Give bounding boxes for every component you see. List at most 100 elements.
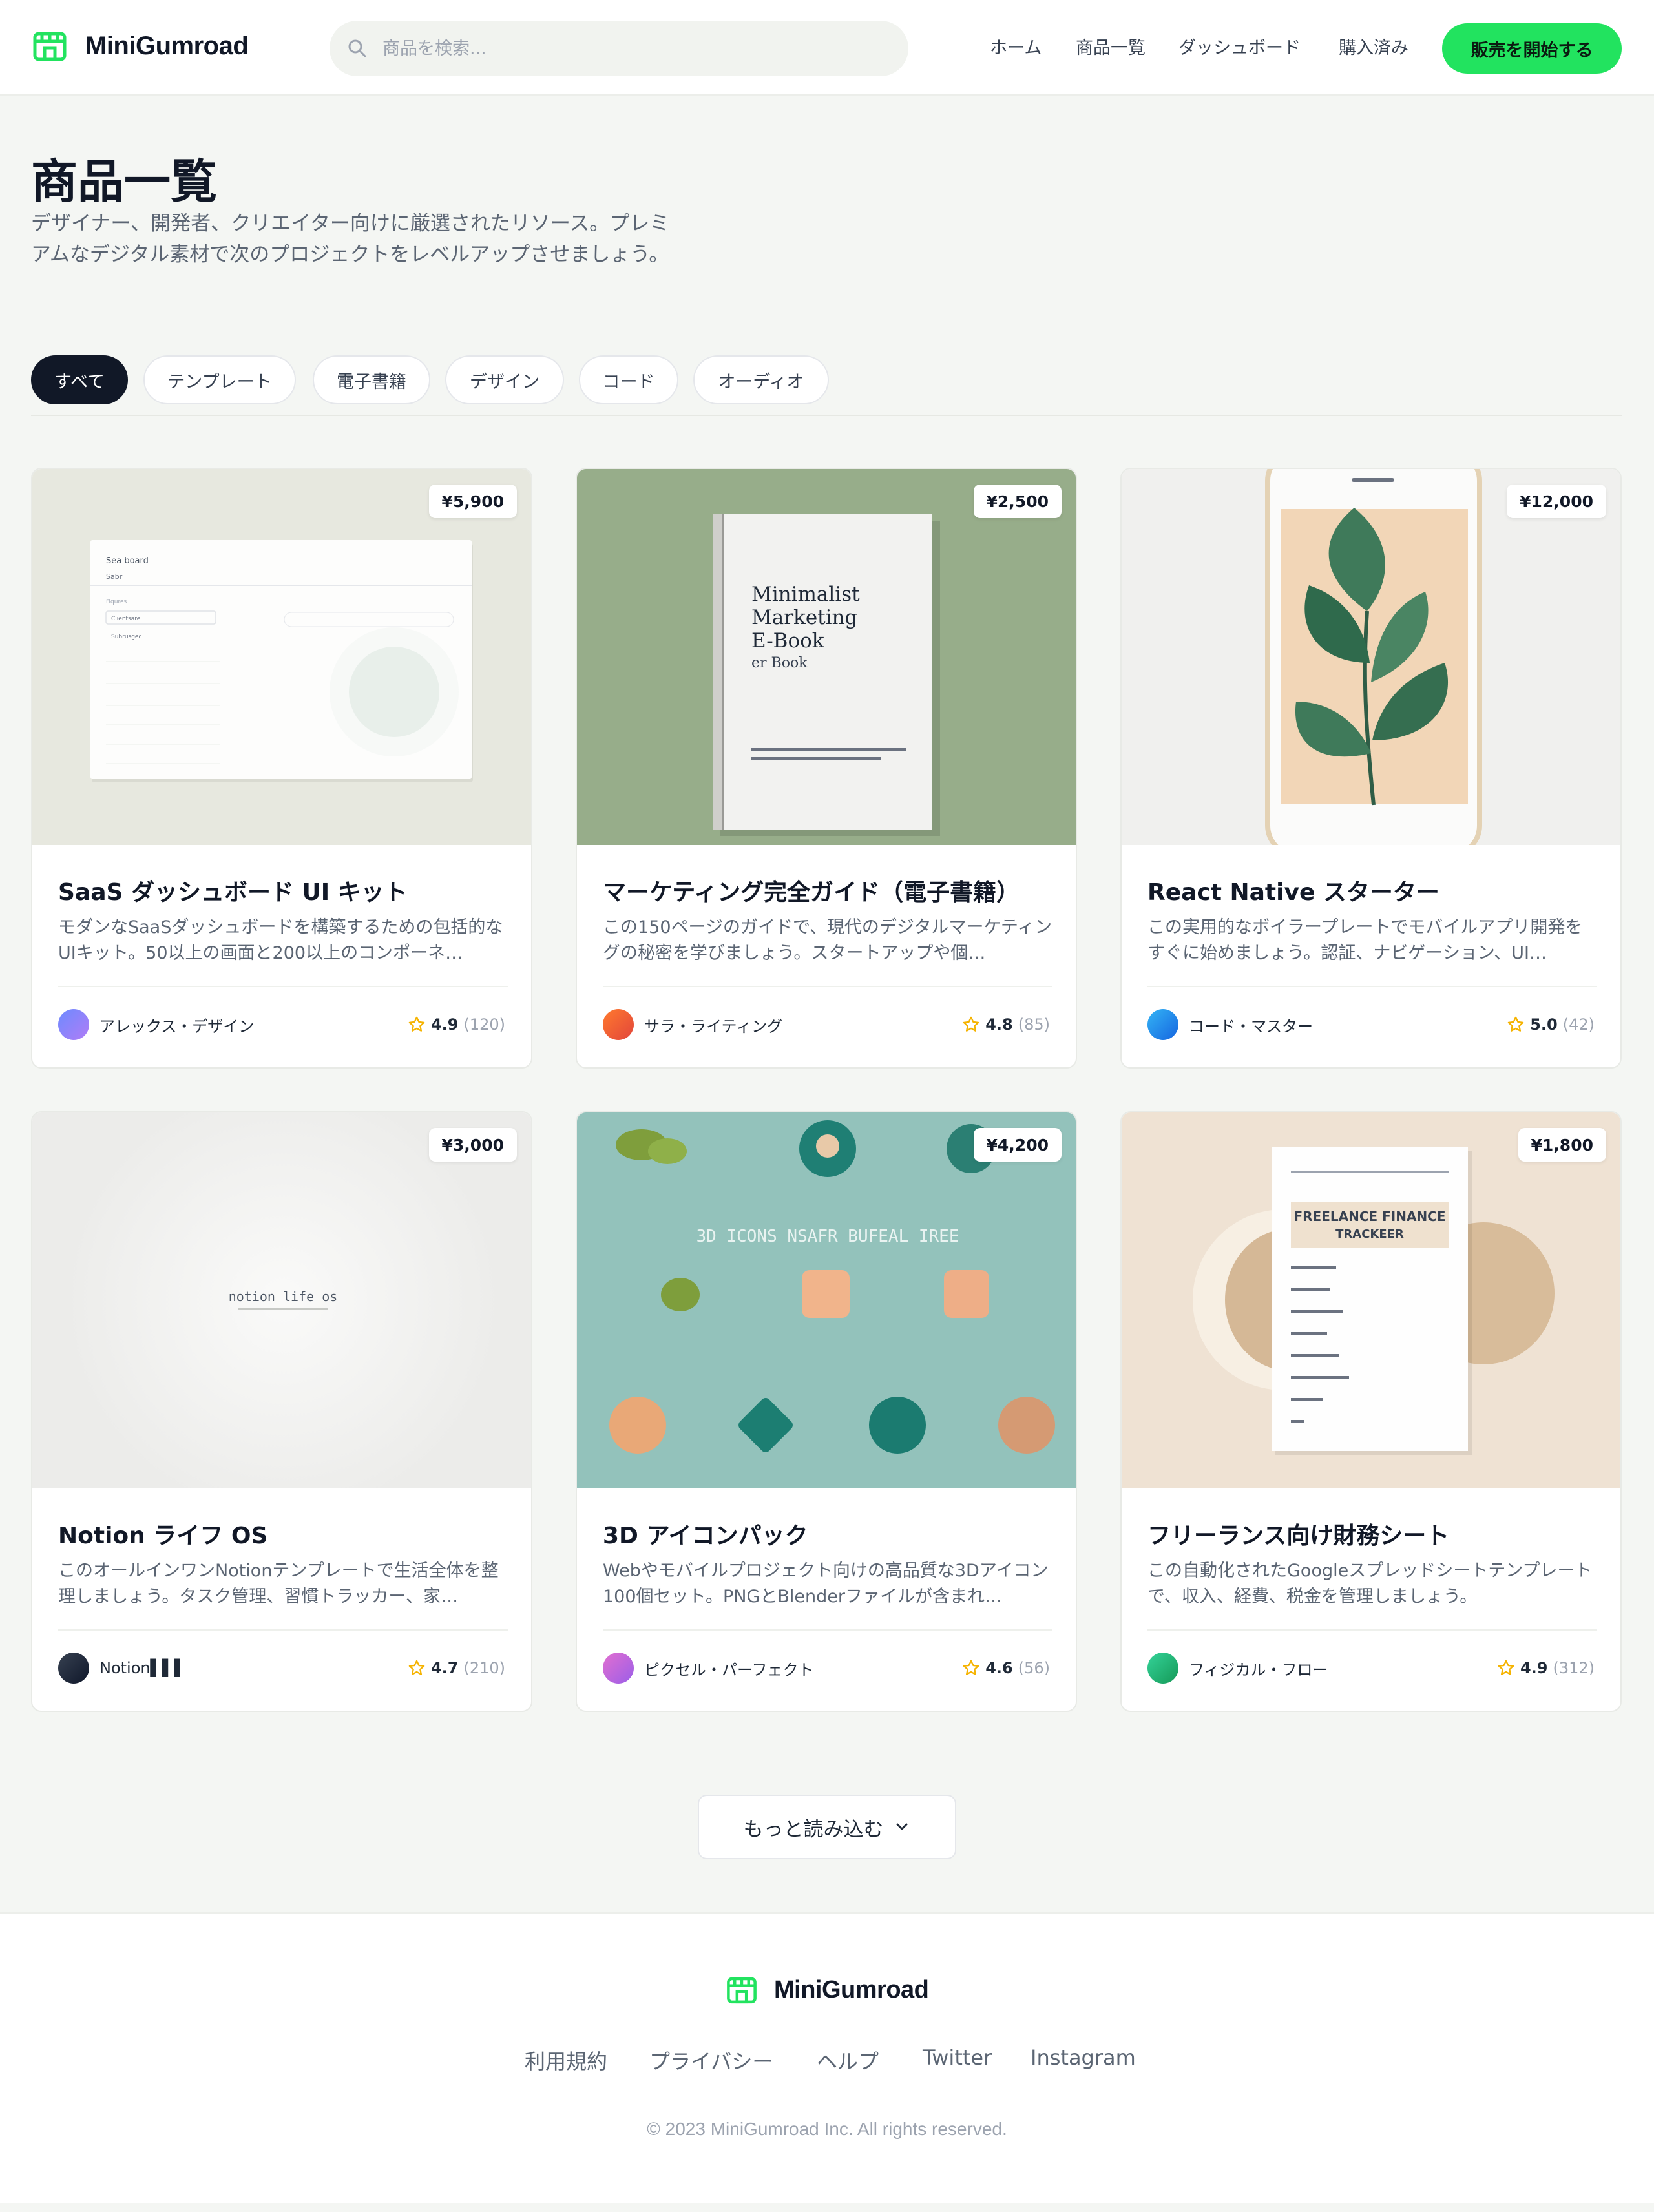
product-card[interactable]: notion life os ¥3,000 Notion ライフ OS このオー… bbox=[31, 1111, 532, 1712]
author-name: フィジカル・フロー bbox=[1189, 1660, 1328, 1679]
product-card[interactable]: ¥12,000 React Native スターター この実用的なボイラープレー… bbox=[1120, 468, 1622, 1069]
footer: MiniGumroad 利用規約 プライバシー ヘルプ Twitter Inst… bbox=[0, 1912, 1654, 2203]
ebook-cover-line-4: er Book bbox=[751, 655, 808, 671]
filter-code[interactable]: コード bbox=[579, 355, 678, 404]
ebook-cover-line-1: Minimalist bbox=[751, 583, 860, 606]
start-selling-button[interactable]: 販売を開始する bbox=[1442, 23, 1622, 74]
ebook-cover-line-3: E-Book bbox=[751, 629, 824, 652]
filter-divider bbox=[31, 415, 1622, 416]
price-badge: ¥1,800 bbox=[1518, 1128, 1606, 1162]
load-more-label: もっと読み込む bbox=[743, 1817, 884, 1841]
product-description: Webやモバイルプロジェクト向けの高品質な3Dアイコン100個セット。PNGとB… bbox=[603, 1561, 1049, 1607]
product-description: この150ページのガイドで、現代のデジタルマーケティングの秘密を学びましょう。ス… bbox=[603, 917, 1052, 963]
phone-mockup-illustration bbox=[1265, 469, 1482, 845]
logo[interactable]: MiniGumroad bbox=[31, 27, 249, 65]
footer-link-instagram[interactable]: Instagram bbox=[1031, 2045, 1136, 2070]
star-icon bbox=[963, 1016, 979, 1032]
star-icon bbox=[1507, 1016, 1524, 1032]
product-card[interactable]: Sea board Sabr Fiqures Clientsare Subrus… bbox=[31, 468, 532, 1069]
rating: 4.8 (85) bbox=[962, 1016, 1050, 1034]
product-title[interactable]: SaaS ダッシュボード UI キット bbox=[58, 873, 510, 907]
review-count: (42) bbox=[1562, 1016, 1595, 1034]
filter-audio[interactable]: オーディオ bbox=[693, 355, 829, 404]
author-name: サラ・ライティング bbox=[644, 1017, 783, 1036]
rating: 4.9 (120) bbox=[408, 1016, 505, 1034]
rating-value: 4.7 bbox=[430, 1659, 459, 1677]
review-count: (56) bbox=[1018, 1659, 1050, 1677]
product-title[interactable]: フリーランス向け財務シート bbox=[1147, 1517, 1600, 1550]
filter-ebooks[interactable]: 電子書籍 bbox=[313, 355, 430, 404]
card-divider bbox=[1147, 986, 1597, 987]
card-divider bbox=[603, 986, 1052, 987]
price-badge: ¥4,200 bbox=[973, 1128, 1062, 1162]
star-icon bbox=[408, 1660, 425, 1675]
avatar bbox=[1147, 1009, 1178, 1040]
avatar bbox=[603, 1009, 634, 1040]
author-name: ピクセル・パーフェクト bbox=[644, 1660, 814, 1679]
search-bar[interactable] bbox=[330, 21, 908, 76]
product-card[interactable]: 3D ICONS NSAFR BUFEAL IREE ¥4,200 3D アイコ… bbox=[576, 1111, 1077, 1712]
mockup-title: Sea board bbox=[106, 556, 149, 566]
footer-link-twitter[interactable]: Twitter bbox=[923, 2045, 992, 2070]
product-image: notion life os ¥3,000 bbox=[32, 1112, 531, 1488]
card-divider bbox=[603, 1629, 1052, 1631]
product-title[interactable]: マーケティング完全ガイド（電子書籍） bbox=[603, 873, 1055, 907]
3d-icons-illustration: 3D ICONS NSAFR BUFEAL IREE bbox=[609, 1120, 1055, 1454]
price-badge: ¥5,900 bbox=[428, 485, 517, 518]
mockup-subtitle: Sabr bbox=[106, 572, 123, 581]
price-badge: ¥3,000 bbox=[428, 1128, 517, 1162]
review-count: (85) bbox=[1018, 1016, 1050, 1034]
footer-link-terms[interactable]: 利用規約 bbox=[525, 2045, 607, 2075]
finance-sheet-heading: FREELANCE FINANCE bbox=[1293, 1209, 1445, 1224]
footer-logo[interactable]: MiniGumroad bbox=[725, 1973, 929, 2007]
product-card[interactable]: Minimalist Marketing E-Book er Book ¥2,5… bbox=[576, 468, 1077, 1069]
store-icon bbox=[33, 32, 67, 61]
rating: 5.0 (42) bbox=[1507, 1016, 1595, 1034]
filter-templates[interactable]: テンプレート bbox=[143, 355, 296, 404]
author[interactable]: サラ・ライティング bbox=[603, 1009, 782, 1040]
rating-value: 4.9 bbox=[430, 1016, 459, 1034]
author[interactable]: ピクセル・パーフェクト bbox=[603, 1653, 814, 1684]
avatar bbox=[58, 1653, 89, 1684]
author[interactable]: フィジカル・フロー bbox=[1147, 1653, 1328, 1684]
filter-design[interactable]: デザイン bbox=[445, 355, 564, 404]
product-description: この実用的なボイラープレートでモバイルアプリ開発をすぐに始めましょう。認証、ナビ… bbox=[1147, 917, 1583, 963]
footer-logo-text: MiniGumroad bbox=[774, 1976, 929, 2003]
author[interactable]: コード・マスター bbox=[1147, 1009, 1313, 1040]
product-card[interactable]: FREELANCE FINANCE TRACKEER ¥1,800 フリーランス… bbox=[1120, 1111, 1622, 1712]
price-badge: ¥12,000 bbox=[1507, 485, 1606, 518]
finance-sheet-illustration: FREELANCE FINANCE TRACKEER bbox=[1193, 1147, 1555, 1455]
product-title[interactable]: Notion ライフ OS bbox=[58, 1517, 510, 1550]
author[interactable]: アレックス・デザイン bbox=[58, 1009, 254, 1040]
dashboard-mockup-illustration: Sea board Sabr Fiqures Clientsare Subrus… bbox=[90, 540, 473, 782]
avatar bbox=[1147, 1653, 1178, 1684]
footer-link-help[interactable]: ヘルプ bbox=[817, 2045, 879, 2075]
author-name: アレックス・デザイン bbox=[99, 1017, 255, 1036]
product-description: この自動化されたGoogleスプレッドシートテンプレートで、収入、経費、税金を管… bbox=[1147, 1561, 1593, 1607]
rating: 4.7 (210) bbox=[408, 1659, 505, 1677]
product-title[interactable]: 3D アイコンパック bbox=[603, 1517, 1055, 1550]
logo-text: MiniGumroad bbox=[85, 31, 249, 60]
footer-link-privacy[interactable]: プライバシー bbox=[649, 2045, 773, 2075]
nav-home[interactable]: ホーム bbox=[990, 34, 1042, 59]
mockup-field: Clientsare bbox=[111, 616, 141, 622]
copyright: © 2023 MiniGumroad Inc. All rights reser… bbox=[647, 2119, 1007, 2139]
nav-purchased[interactable]: 購入済み bbox=[1339, 34, 1408, 59]
filter-all[interactable]: すべて bbox=[31, 355, 128, 404]
footer-links: 利用規約 プライバシー ヘルプ Twitter Instagram bbox=[0, 2045, 1654, 2074]
nav-products[interactable]: 商品一覧 bbox=[1076, 34, 1146, 59]
notion-cover-illustration: notion life os bbox=[229, 1289, 338, 1310]
ebook-cover-illustration: Minimalist Marketing E-Book er Book bbox=[713, 514, 940, 836]
nav-dashboard[interactable]: ダッシュボード bbox=[1178, 34, 1301, 59]
product-title[interactable]: React Native スターター bbox=[1147, 873, 1600, 907]
product-image: 3D ICONS NSAFR BUFEAL IREE ¥4,200 bbox=[577, 1112, 1076, 1488]
rating: 4.9 (312) bbox=[1497, 1659, 1595, 1677]
finance-sheet-subheading: TRACKEER bbox=[1335, 1227, 1404, 1241]
card-divider bbox=[58, 986, 508, 987]
author[interactable]: Notion▌▌▌ bbox=[58, 1653, 186, 1684]
top-header: MiniGumroad ホーム 商品一覧 ダッシュボード 購入済み 販売を開始す… bbox=[0, 0, 1654, 96]
load-more-button[interactable]: もっと読み込む bbox=[698, 1795, 956, 1859]
notion-cover-text: notion life os bbox=[229, 1289, 338, 1304]
product-description: モダンなSaaSダッシュボードを構築するための包括的なUIキット。50以上の画面… bbox=[58, 917, 503, 963]
search-input[interactable] bbox=[382, 38, 886, 59]
